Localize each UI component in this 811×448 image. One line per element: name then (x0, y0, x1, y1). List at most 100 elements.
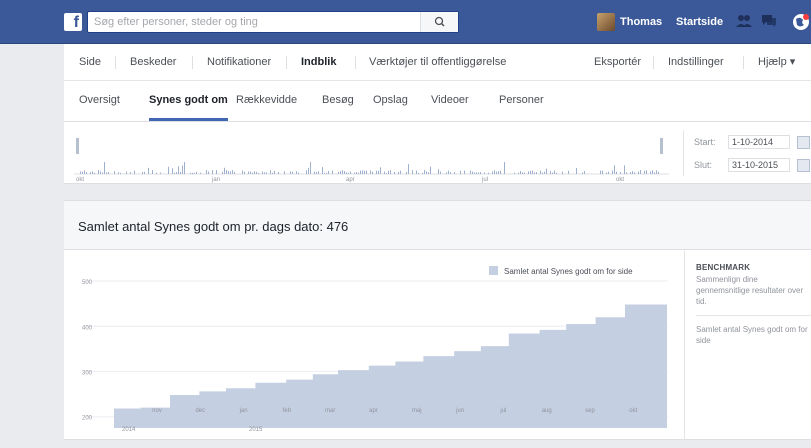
timeline-bar (326, 172, 327, 174)
timeline-bar (184, 162, 185, 174)
timeline-bar (242, 170, 243, 174)
timeline-bar (206, 170, 207, 174)
timeline-bar (650, 171, 651, 174)
tab-divider (653, 56, 654, 69)
timeline-bar (262, 171, 263, 174)
timeline-bar (340, 171, 341, 174)
timeline-bar (638, 171, 639, 174)
timeline-bar (496, 171, 497, 174)
tab-divider (743, 56, 744, 69)
messages-icon[interactable] (760, 13, 778, 29)
timeline-bar (612, 170, 613, 174)
tab-publishing-tools[interactable]: Værktøjer til offentliggørelse (369, 44, 506, 81)
timeline-bar (446, 172, 447, 174)
timeline-bar (228, 170, 229, 174)
x-tick-label: jan (239, 408, 248, 414)
user-name: Thomas (620, 16, 663, 28)
timeline-bar (602, 170, 603, 174)
timeline-bar (168, 166, 169, 174)
tab-beskeder[interactable]: Beskeder (130, 44, 176, 81)
timeline-bar (418, 172, 419, 174)
tab-divider (115, 56, 116, 69)
tab-personer[interactable]: Personer (499, 81, 544, 121)
legend-swatch (489, 266, 498, 275)
benchmark-metric-link[interactable]: Samlet antal Synes godt om for side (696, 324, 811, 346)
tab-videoer[interactable]: Videoer (431, 81, 469, 121)
timeline-bar (118, 172, 119, 174)
timeline-bar (430, 166, 431, 174)
globe-icon[interactable] (792, 13, 810, 31)
benchmark-description: Sammenlign dine gennemsnitlige resultate… (696, 275, 804, 306)
export-button[interactable]: Eksportér (594, 44, 641, 81)
timeline-bar (292, 171, 293, 174)
timeline-bar (470, 170, 471, 174)
help-button[interactable]: Hjælp ▾ (758, 44, 795, 81)
timeline-bar (102, 172, 103, 174)
search-input[interactable] (88, 12, 418, 32)
timeline-bar (338, 172, 339, 174)
tab-indblik[interactable]: Indblik (301, 44, 336, 81)
tab-oversigt[interactable]: Oversigt (79, 81, 120, 121)
timeline-bar (248, 171, 249, 174)
timeline-bar (272, 172, 273, 174)
page-tabs: Side Beskeder Notifikationer Indblik Vær… (64, 44, 811, 81)
timeline-bar (322, 167, 323, 174)
tab-raekkevidde[interactable]: Rækkevidde (236, 81, 297, 121)
timeline-bar (624, 165, 625, 174)
start-calendar-icon[interactable] (797, 136, 810, 149)
end-calendar-icon[interactable] (797, 159, 810, 172)
timeline-bar (346, 172, 347, 174)
profile-link[interactable]: Thomas (597, 0, 662, 44)
timeline-bar (478, 172, 479, 174)
timeline-bar (126, 171, 127, 174)
timeline-bar (216, 170, 217, 174)
end-date-input[interactable]: 31-10-2015 (728, 158, 790, 172)
timeline-bar (310, 162, 311, 174)
timeline-bar (364, 170, 365, 174)
friends-icon[interactable] (735, 13, 753, 29)
timeline-bar (536, 172, 537, 174)
search-button[interactable] (420, 12, 458, 32)
timeline-bar (274, 170, 275, 174)
timeline-bar (426, 171, 427, 174)
timeline-bar (540, 170, 541, 174)
timeline-bar (422, 172, 423, 174)
timeline-month-label: okt (616, 177, 624, 183)
timeline-bar (80, 171, 81, 174)
timeline-bar (180, 171, 181, 174)
timeline-bar (480, 171, 481, 174)
timeline-month-label: jul (481, 177, 488, 183)
range-handle-right[interactable] (660, 138, 663, 154)
timeline-bar (658, 171, 659, 174)
timeline-bar (178, 166, 179, 174)
tab-besoeg[interactable]: Besøg (322, 81, 354, 121)
timeline-bar (108, 171, 109, 174)
timeline-bar (518, 172, 519, 174)
x-tick-label: maj (412, 408, 422, 414)
total-likes-text: Samlet antal Synes godt om pr. dags dato… (78, 219, 349, 234)
likes-area-chart: 200 300 400 500 nov dec jan feb mar apr maj jun jul… (82, 266, 668, 433)
tab-opslag[interactable]: Opslag (373, 81, 408, 121)
timeline-bar (86, 172, 87, 174)
timeline-bar (394, 171, 395, 174)
end-date-label: Slut: (694, 160, 713, 170)
start-date-input[interactable]: 1-10-2014 (728, 135, 790, 149)
home-link[interactable]: Startside (676, 0, 723, 44)
timeline-bar (568, 170, 569, 174)
timeline-bar (106, 172, 107, 174)
range-handle-left[interactable] (76, 138, 79, 154)
settings-button[interactable]: Indstillinger (668, 44, 724, 81)
x-tick-label: dec (195, 408, 205, 414)
timeline-chart[interactable]: okt jan apr jul okt (64, 122, 674, 184)
timeline-bar (234, 171, 235, 174)
start-date-label: Start: (694, 137, 716, 147)
timeline-bar (542, 172, 543, 174)
top-bar: f Thomas Startside (0, 0, 811, 44)
timeline-bar (172, 168, 173, 174)
tab-side[interactable]: Side (79, 44, 101, 81)
tab-notifikationer[interactable]: Notifikationer (207, 44, 271, 81)
timeline-bar (230, 171, 231, 174)
tab-synes-godt-om[interactable]: Synes godt om (149, 81, 228, 121)
timeline-bar (406, 171, 407, 174)
facebook-logo-icon[interactable]: f (64, 13, 82, 31)
